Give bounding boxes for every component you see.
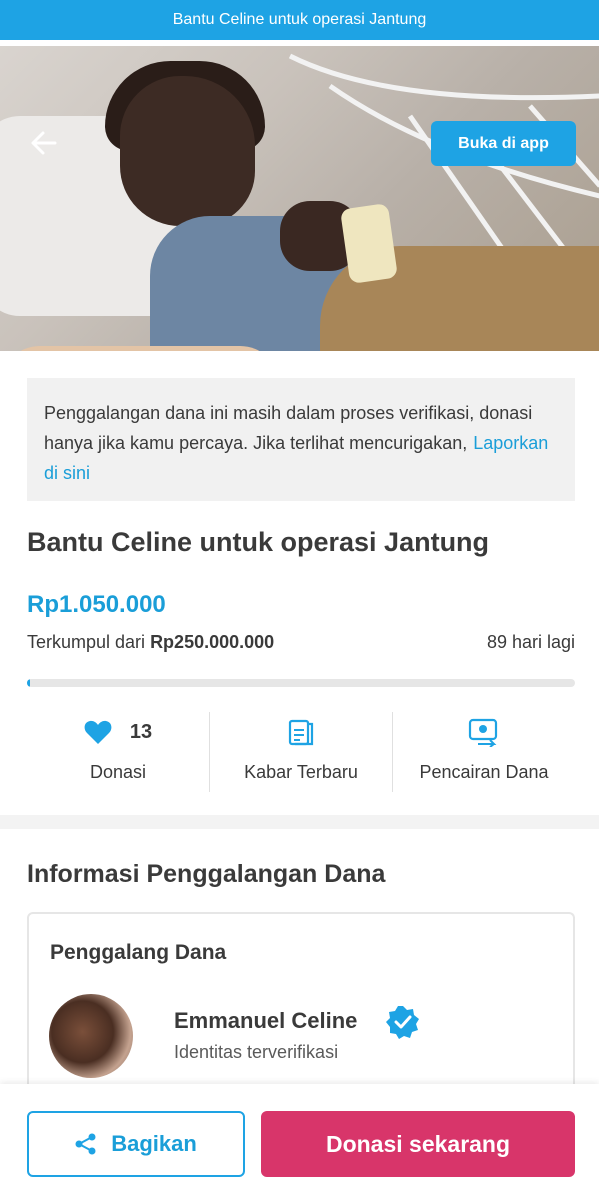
- banner-title: Bantu Celine untuk operasi Jantung: [172, 11, 427, 28]
- fund-disbursement-icon: [468, 718, 498, 747]
- open-in-app-label: Buka di app: [458, 134, 549, 152]
- stat-updates[interactable]: Kabar Terbaru: [209, 712, 392, 792]
- open-in-app-button[interactable]: Buka di app: [431, 121, 576, 166]
- withdrawals-label: Pencairan Dana: [419, 762, 549, 782]
- target-prefix: Terkumpul dari: [27, 632, 146, 652]
- donate-label: Donasi sekarang: [325, 1130, 511, 1157]
- campaign-stats: 13 Donasi Kabar Terbaru Pencairan Dana: [27, 712, 575, 792]
- target-amount: Rp250.000.000: [150, 632, 275, 652]
- donations-count: 13: [129, 720, 153, 743]
- donations-label: Donasi: [89, 762, 147, 782]
- stat-withdrawals[interactable]: Pencairan Dana: [392, 712, 575, 792]
- back-button[interactable]: [26, 126, 60, 160]
- share-button[interactable]: Bagikan: [27, 1111, 245, 1177]
- campaign-title: Bantu Celine untuk operasi Jantung: [27, 527, 490, 557]
- news-document-icon: [288, 719, 314, 746]
- donate-now-button[interactable]: Donasi sekarang: [261, 1111, 575, 1177]
- share-icon: [75, 1133, 96, 1155]
- arrow-left-icon: [31, 131, 57, 155]
- stat-donations[interactable]: 13 Donasi: [27, 712, 209, 792]
- progress-fill: [27, 679, 31, 687]
- notice-text: Penggalangan dana ini masih dalam proses…: [44, 403, 533, 453]
- progress-bar: [27, 679, 575, 687]
- heart-icon: [84, 720, 112, 744]
- days-left: 89 hari lagi: [486, 632, 575, 652]
- section-divider: [0, 815, 599, 829]
- campaign-hero-image: Buka di app: [0, 46, 599, 351]
- info-section-title: Informasi Penggalangan Dana: [27, 860, 386, 888]
- raised-amount: Rp1.050.000: [27, 591, 166, 618]
- fundraiser-status: Identitas terverifikasi: [174, 1042, 339, 1062]
- fundraiser-card-title: Penggalang Dana: [50, 941, 227, 964]
- fundraiser-name: Emmanuel Celine: [174, 1008, 358, 1033]
- verification-notice: Penggalangan dana ini masih dalam proses…: [27, 378, 575, 501]
- verified-badge-icon: [386, 1006, 419, 1039]
- campaign-banner: Bantu Celine untuk operasi Jantung: [0, 0, 599, 40]
- target-line: Terkumpul dari Rp250.000.000: [27, 632, 274, 653]
- updates-label: Kabar Terbaru: [244, 762, 358, 782]
- fundraiser-card[interactable]: Penggalang Dana Emmanuel Celine Identita…: [27, 912, 575, 1112]
- bottom-action-bar: Bagikan Donasi sekarang: [0, 1084, 599, 1200]
- fundraiser-avatar: [49, 994, 133, 1078]
- share-label: Bagikan: [111, 1131, 197, 1156]
